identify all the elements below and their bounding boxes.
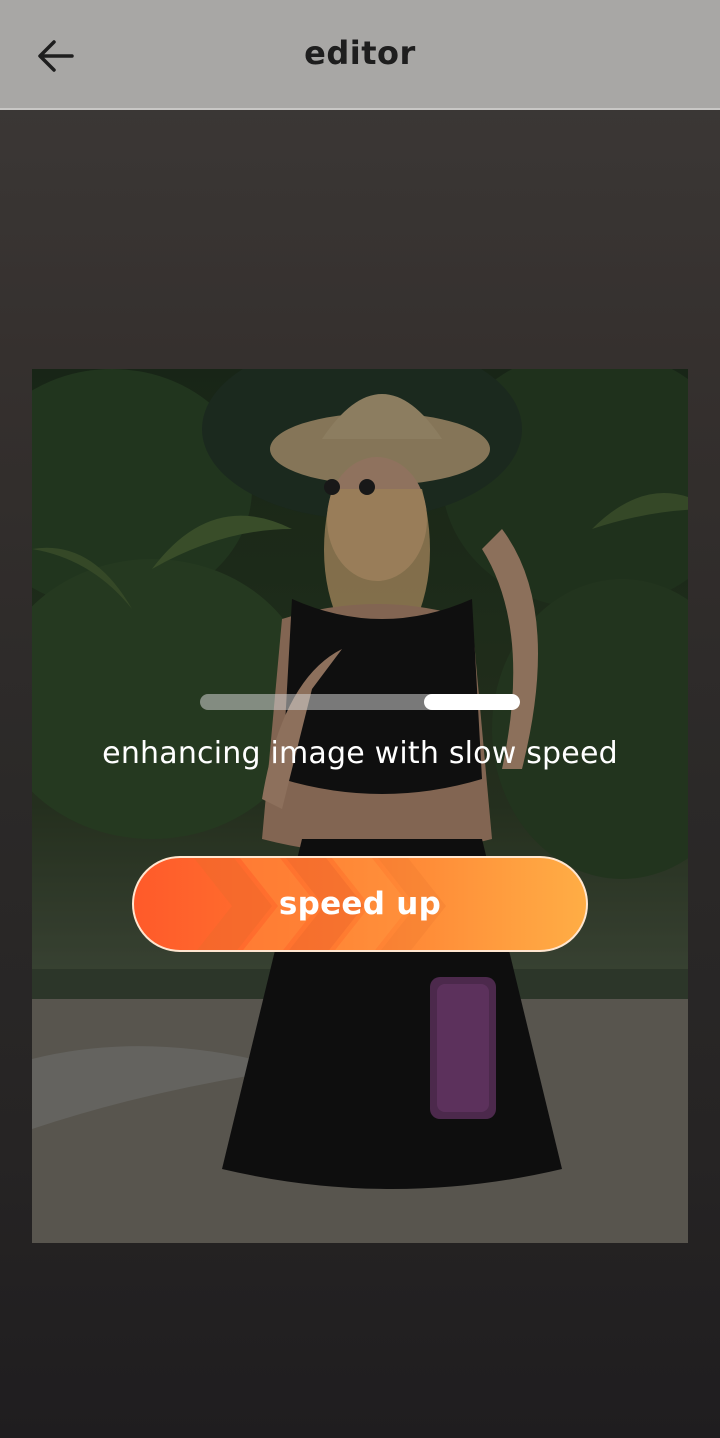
speed-up-button[interactable]: speed up <box>132 856 588 952</box>
page-title: editor <box>304 34 416 72</box>
progress-fill <box>424 694 520 710</box>
image-preview <box>32 369 688 1243</box>
status-message: enhancing image with slow speed <box>102 736 618 771</box>
editor-screen: editor enhancing image with slow speed s… <box>0 0 720 1438</box>
speed-up-label: speed up <box>278 886 442 922</box>
progress-track <box>200 694 520 710</box>
image-overlay <box>32 369 688 1243</box>
top-bar: editor <box>0 0 720 110</box>
